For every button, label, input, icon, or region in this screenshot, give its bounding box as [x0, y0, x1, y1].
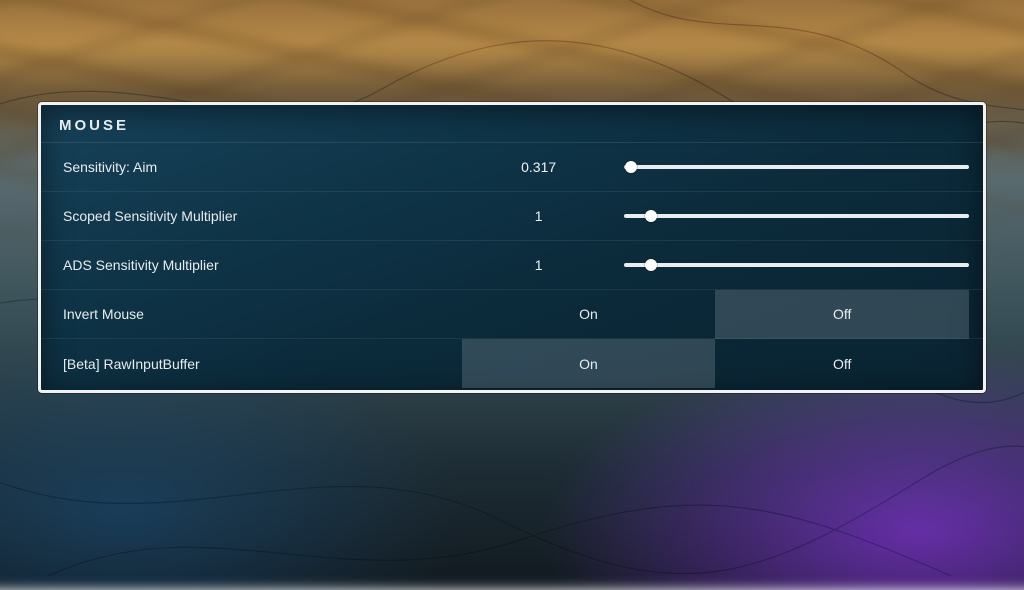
setting-row-invert-mouse: Invert Mouse On Off — [41, 290, 983, 339]
slider-thumb[interactable] — [625, 161, 637, 173]
toggle-group: On Off — [462, 340, 969, 388]
scoped-multiplier-slider[interactable] — [624, 214, 969, 218]
setting-row-sensitivity-aim: Sensitivity: Aim 0.317 — [41, 143, 983, 192]
setting-value: 1 — [462, 257, 616, 273]
slider-thumb[interactable] — [645, 259, 657, 271]
setting-row-scoped-multiplier: Scoped Sensitivity Multiplier 1 — [41, 192, 983, 241]
setting-label: Scoped Sensitivity Multiplier — [63, 208, 462, 224]
setting-value: 0.317 — [462, 159, 616, 175]
section-title: MOUSE — [41, 105, 983, 143]
invert-mouse-off[interactable]: Off — [715, 290, 969, 339]
invert-mouse-on[interactable]: On — [462, 290, 716, 339]
setting-row-raw-input-buffer: [Beta] RawInputBuffer On Off — [41, 339, 983, 388]
setting-value: 1 — [462, 208, 616, 224]
setting-label: [Beta] RawInputBuffer — [63, 356, 462, 372]
mouse-settings-panel: MOUSE Sensitivity: Aim 0.317 Scoped Sens… — [38, 102, 986, 393]
setting-label: Sensitivity: Aim — [63, 159, 462, 175]
setting-row-ads-multiplier: ADS Sensitivity Multiplier 1 — [41, 241, 983, 290]
toggle-group: On Off — [462, 290, 969, 338]
raw-input-off[interactable]: Off — [715, 339, 969, 388]
setting-label: Invert Mouse — [63, 306, 462, 322]
ads-multiplier-slider[interactable] — [624, 263, 969, 267]
slider-thumb[interactable] — [645, 210, 657, 222]
sensitivity-slider[interactable] — [624, 165, 969, 169]
setting-label: ADS Sensitivity Multiplier — [63, 257, 462, 273]
raw-input-on[interactable]: On — [462, 339, 716, 388]
